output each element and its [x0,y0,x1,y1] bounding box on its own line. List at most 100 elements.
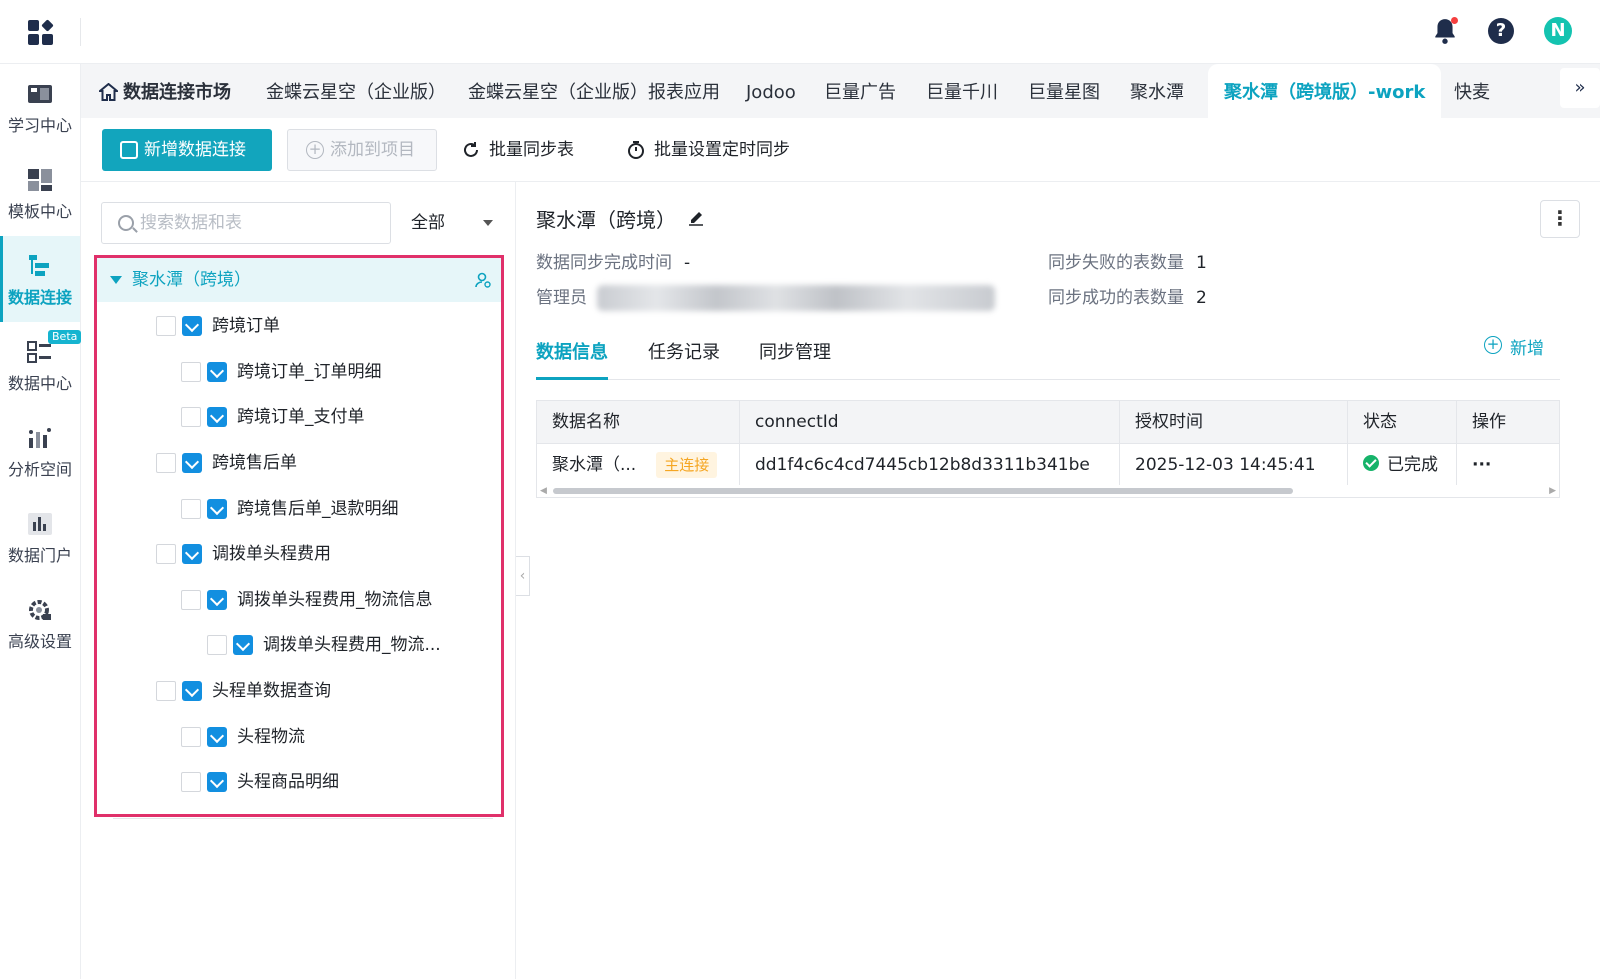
tab-jushuitan-crossborder-work[interactable]: 聚水潭（跨境版）-work [1208,64,1442,118]
tab-data-info[interactable]: 数据信息 [536,338,608,364]
data-name-value: 聚水潭（... [552,455,637,475]
tab-sync-management[interactable]: 同步管理 [759,338,831,364]
top-icons: ? N [1432,17,1572,45]
app-grid-logo-icon[interactable] [28,19,54,46]
tab-jushuitan[interactable]: 聚水潭 [1130,64,1184,118]
table-header: 数据名称 connectId 授权时间 状态 操作 [537,401,1559,443]
table-icon [207,772,227,792]
expand-caret-icon[interactable] [110,276,122,284]
database-add-icon [120,141,138,159]
table-icon [207,362,227,382]
scroll-right-arrow-icon[interactable]: ▶ [1549,486,1556,496]
active-tab-underline [536,377,608,380]
nav-label: 分析空间 [7,460,72,479]
tree-root-node[interactable]: 聚水潭（跨境） [97,258,501,302]
nav-label: 模板中心 [7,202,72,221]
user-permission-icon[interactable] [475,272,491,288]
analysis-space-icon [27,426,53,450]
toolbar: 新增数据连接 + 添加到项目 批量同步表 批量设置定时同步 [81,118,1600,182]
user-avatar[interactable]: N [1544,17,1572,45]
connector-tabs: 数据连接市场 金蝶云星空（企业版） 金蝶云星空（企业版）报表应用 Jodoo 巨… [81,64,1600,118]
nav-item-data-center[interactable]: Beta 数据中心 [0,322,82,408]
more-tabs-chevron-icon[interactable]: » [1560,68,1600,108]
checkbox[interactable] [181,499,201,519]
data-table: 数据名称 connectId 授权时间 状态 操作 聚水潭（... 主连接 dd1… [536,400,1560,498]
table-icon [233,635,253,655]
checkbox[interactable] [156,453,176,473]
checkbox[interactable] [207,635,227,655]
horizontal-scrollbar[interactable]: ◀ ▶ [537,485,1559,497]
tree-node-label: 跨境售后单 [212,453,297,473]
advanced-settings-icon [27,598,53,622]
tab-kuaimai[interactable]: 快麦 [1454,64,1490,118]
checkbox[interactable] [156,316,176,336]
checkbox[interactable] [181,590,201,610]
admin-label: 管理员 [536,288,587,308]
checkbox[interactable] [181,407,201,427]
template-center-icon [27,168,53,192]
tab-task-records[interactable]: 任务记录 [648,338,720,364]
search-input[interactable] [140,211,380,235]
table-row[interactable]: 聚水潭（... 主连接 dd1f4c6c4cd7445cb12b8d3311b34… [537,443,1559,486]
nav-label: 学习中心 [7,116,72,135]
home-icon [99,83,118,101]
checkbox[interactable] [181,362,201,382]
status-value: 已完成 [1387,455,1438,475]
edit-icon[interactable] [688,208,704,226]
table-icon [207,407,227,427]
data-tree-panel: 全部 聚水潭（跨境） 跨境订单 跨境订单_订单明细 跨境订单_支付单 跨境售后单… [81,182,516,979]
more-actions-button[interactable]: ⋮ [1540,200,1580,238]
filter-select[interactable]: 全部 [405,202,501,244]
tree-node-label: 头程单数据查询 [212,681,331,701]
top-bar: ? N [0,0,1600,64]
nav-item-advanced-settings[interactable]: 高级设置 [0,580,80,666]
admin-row: 管理员 [536,283,995,311]
data-name-cell: 聚水潭（... 主连接 [537,444,740,486]
nav-item-template-center[interactable]: 模板中心 [0,150,80,236]
tab-kingdee-report[interactable]: 金蝶云星空（企业版）报表应用 [468,64,720,118]
column-header: 授权时间 [1120,401,1348,443]
failed-count-label: 同步失败的表数量 [1048,253,1184,273]
nav-item-data-connection[interactable]: 数据连接 [0,236,80,322]
tab-juliang-qianchuan[interactable]: 巨量千川 [926,64,998,118]
checkbox[interactable] [156,544,176,564]
tab-data-connection-market[interactable]: 数据连接市场 [99,64,231,118]
tab-juliang-xingtu[interactable]: 巨量星图 [1028,64,1100,118]
batch-schedule-button[interactable]: 批量设置定时同步 [626,129,790,171]
table-icon [207,499,227,519]
table-icon [207,727,227,747]
refresh-icon [464,142,478,157]
tree-node-label: 头程物流 [237,727,305,747]
search-icon [118,215,134,231]
success-check-icon [1363,455,1379,471]
nav-item-learning-center[interactable]: 学习中心 [0,64,80,150]
notification-bell-icon[interactable] [1432,17,1458,45]
new-data-connection-button[interactable]: 新增数据连接 [102,129,272,171]
sync-time-value: - [684,253,691,273]
nav-label: 数据连接 [7,288,72,307]
add-to-project-button[interactable]: + 添加到项目 [287,129,437,171]
failed-count-value: 1 [1196,253,1207,273]
tab-kingdee-enterprise[interactable]: 金蝶云星空（企业版） [266,64,446,118]
data-connection-icon [27,254,53,278]
help-icon[interactable]: ? [1488,18,1514,44]
row-actions-menu[interactable]: ··· [1457,444,1559,486]
add-new-button[interactable]: + 新增 [1484,334,1544,359]
success-count-value: 2 [1196,288,1207,308]
search-box[interactable] [101,202,391,244]
checkbox[interactable] [181,772,201,792]
nav-item-analysis-space[interactable]: 分析空间 [0,408,80,494]
scroll-left-arrow-icon[interactable]: ◀ [540,486,547,496]
divider [113,818,493,819]
nav-item-data-portal[interactable]: 数据门户 [0,494,80,580]
scroll-thumb[interactable] [553,488,1293,494]
table-icon [182,544,202,564]
tab-juliang-ads[interactable]: 巨量广告 [824,64,896,118]
highlighted-tree: 聚水潭（跨境） 跨境订单 跨境订单_订单明细 跨境订单_支付单 跨境售后单 跨境… [94,255,504,817]
button-label: 添加到项目 [330,140,415,160]
sync-time-row: 数据同步完成时间 - [536,248,690,273]
checkbox[interactable] [181,727,201,747]
checkbox[interactable] [156,681,176,701]
batch-sync-button[interactable]: 批量同步表 [461,129,574,171]
tab-jodoo[interactable]: Jodoo [746,64,796,118]
